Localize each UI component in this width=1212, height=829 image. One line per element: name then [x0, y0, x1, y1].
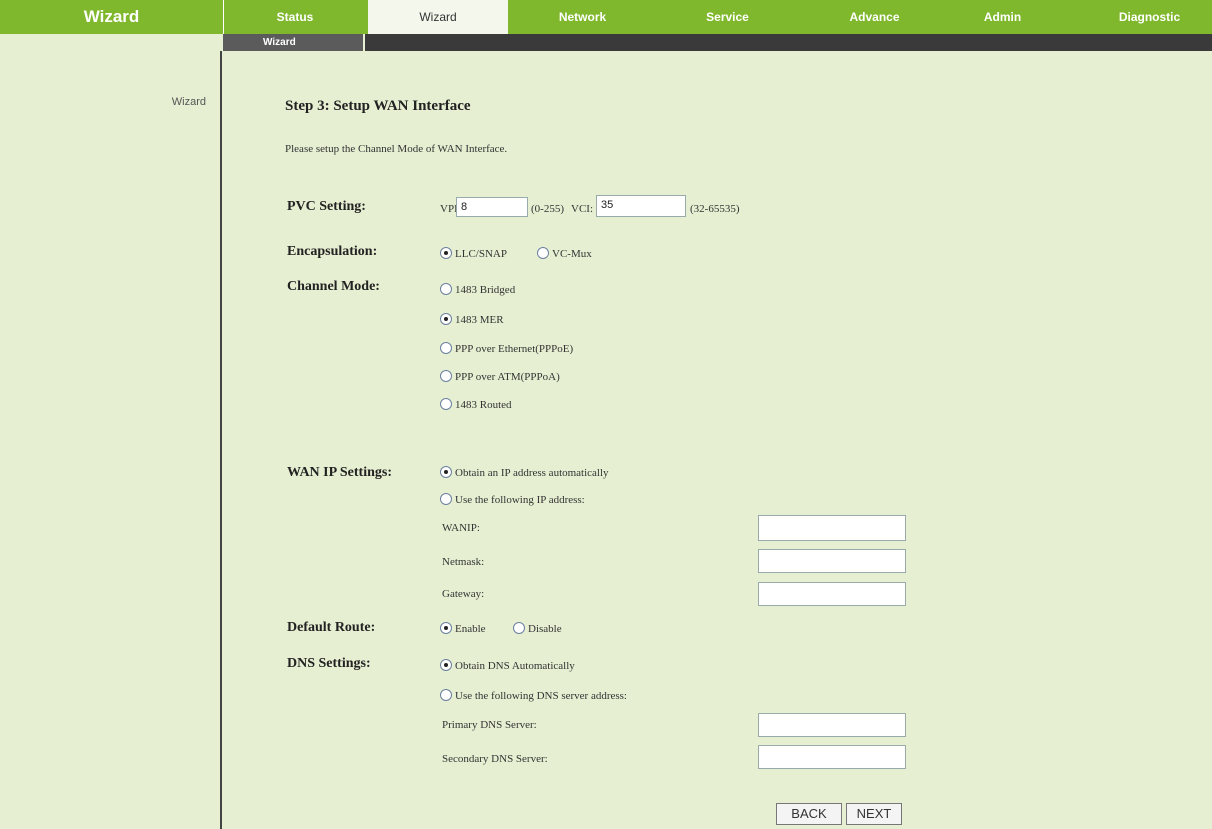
encap-option-llc[interactable]: LLC/SNAP	[440, 247, 507, 260]
radio-obtain-ip-auto[interactable]	[440, 466, 452, 478]
dns-settings-label: DNS Settings:	[287, 656, 371, 671]
channel-option-pppoe[interactable]: PPP over Ethernet(PPPoE)	[440, 342, 573, 355]
netmask-label: Netmask:	[442, 556, 485, 568]
vpi-range: (0-255)	[531, 203, 564, 215]
primary-dns-label: Primary DNS Server:	[442, 719, 537, 731]
vci-range: (32-65535)	[690, 203, 740, 215]
gateway-input[interactable]	[758, 582, 906, 606]
dns-option-manual[interactable]: Use the following DNS server address:	[440, 689, 627, 702]
radio-pppoa[interactable]	[440, 370, 452, 382]
gateway-label: Gateway:	[442, 588, 485, 600]
radio-use-following-dns[interactable]	[440, 689, 452, 701]
radio-use-following-ip[interactable]	[440, 493, 452, 505]
channel-option-pppoa[interactable]: PPP over ATM(PPPoA)	[440, 370, 560, 383]
vci-label: VCI:	[571, 203, 593, 215]
main-content: Step 3: Setup WAN Interface Please setup…	[0, 0, 1212, 829]
radio-disable[interactable]	[513, 622, 525, 634]
secondary-dns-label: Secondary DNS Server:	[442, 753, 548, 765]
channel-option-routed[interactable]: 1483 Routed	[440, 398, 512, 411]
wanip-input[interactable]	[758, 515, 906, 541]
radio-pppoe[interactable]	[440, 342, 452, 354]
dns-option-auto[interactable]: Obtain DNS Automatically	[440, 659, 575, 672]
next-button[interactable]: NEXT	[846, 803, 902, 825]
vci-input[interactable]: 35	[596, 195, 686, 217]
radio-1483-mer[interactable]	[440, 313, 452, 325]
encapsulation-label: Encapsulation:	[287, 244, 378, 259]
back-button[interactable]: BACK	[776, 803, 842, 825]
radio-obtain-dns-auto[interactable]	[440, 659, 452, 671]
wanip-label: WANIP:	[442, 522, 480, 534]
radio-llc-snap[interactable]	[440, 247, 452, 259]
wan-ip-option-manual[interactable]: Use the following IP address:	[440, 493, 585, 506]
channel-option-bridged[interactable]: 1483 Bridged	[440, 283, 515, 296]
secondary-dns-input[interactable]	[758, 745, 906, 769]
channel-mode-label: Channel Mode:	[287, 279, 380, 294]
channel-option-mer[interactable]: 1483 MER	[440, 313, 504, 326]
wan-ip-option-auto[interactable]: Obtain an IP address automatically	[440, 466, 609, 479]
default-route-option-enable[interactable]: Enable	[440, 622, 486, 635]
wan-ip-settings-label: WAN IP Settings:	[287, 465, 393, 480]
encap-option-vcmux[interactable]: VC-Mux	[537, 247, 592, 260]
pvc-setting-label: PVC Setting:	[287, 199, 366, 214]
default-route-label: Default Route:	[287, 620, 376, 635]
primary-dns-input[interactable]	[758, 713, 906, 737]
radio-enable[interactable]	[440, 622, 452, 634]
radio-1483-routed[interactable]	[440, 398, 452, 410]
radio-vc-mux[interactable]	[537, 247, 549, 259]
default-route-option-disable[interactable]: Disable	[513, 622, 562, 635]
page-description: Please setup the Channel Mode of WAN Int…	[285, 143, 508, 155]
netmask-input[interactable]	[758, 549, 906, 573]
vpi-input[interactable]: 8	[456, 197, 528, 217]
radio-1483-bridged[interactable]	[440, 283, 452, 295]
page-title: Step 3: Setup WAN Interface	[285, 98, 471, 114]
